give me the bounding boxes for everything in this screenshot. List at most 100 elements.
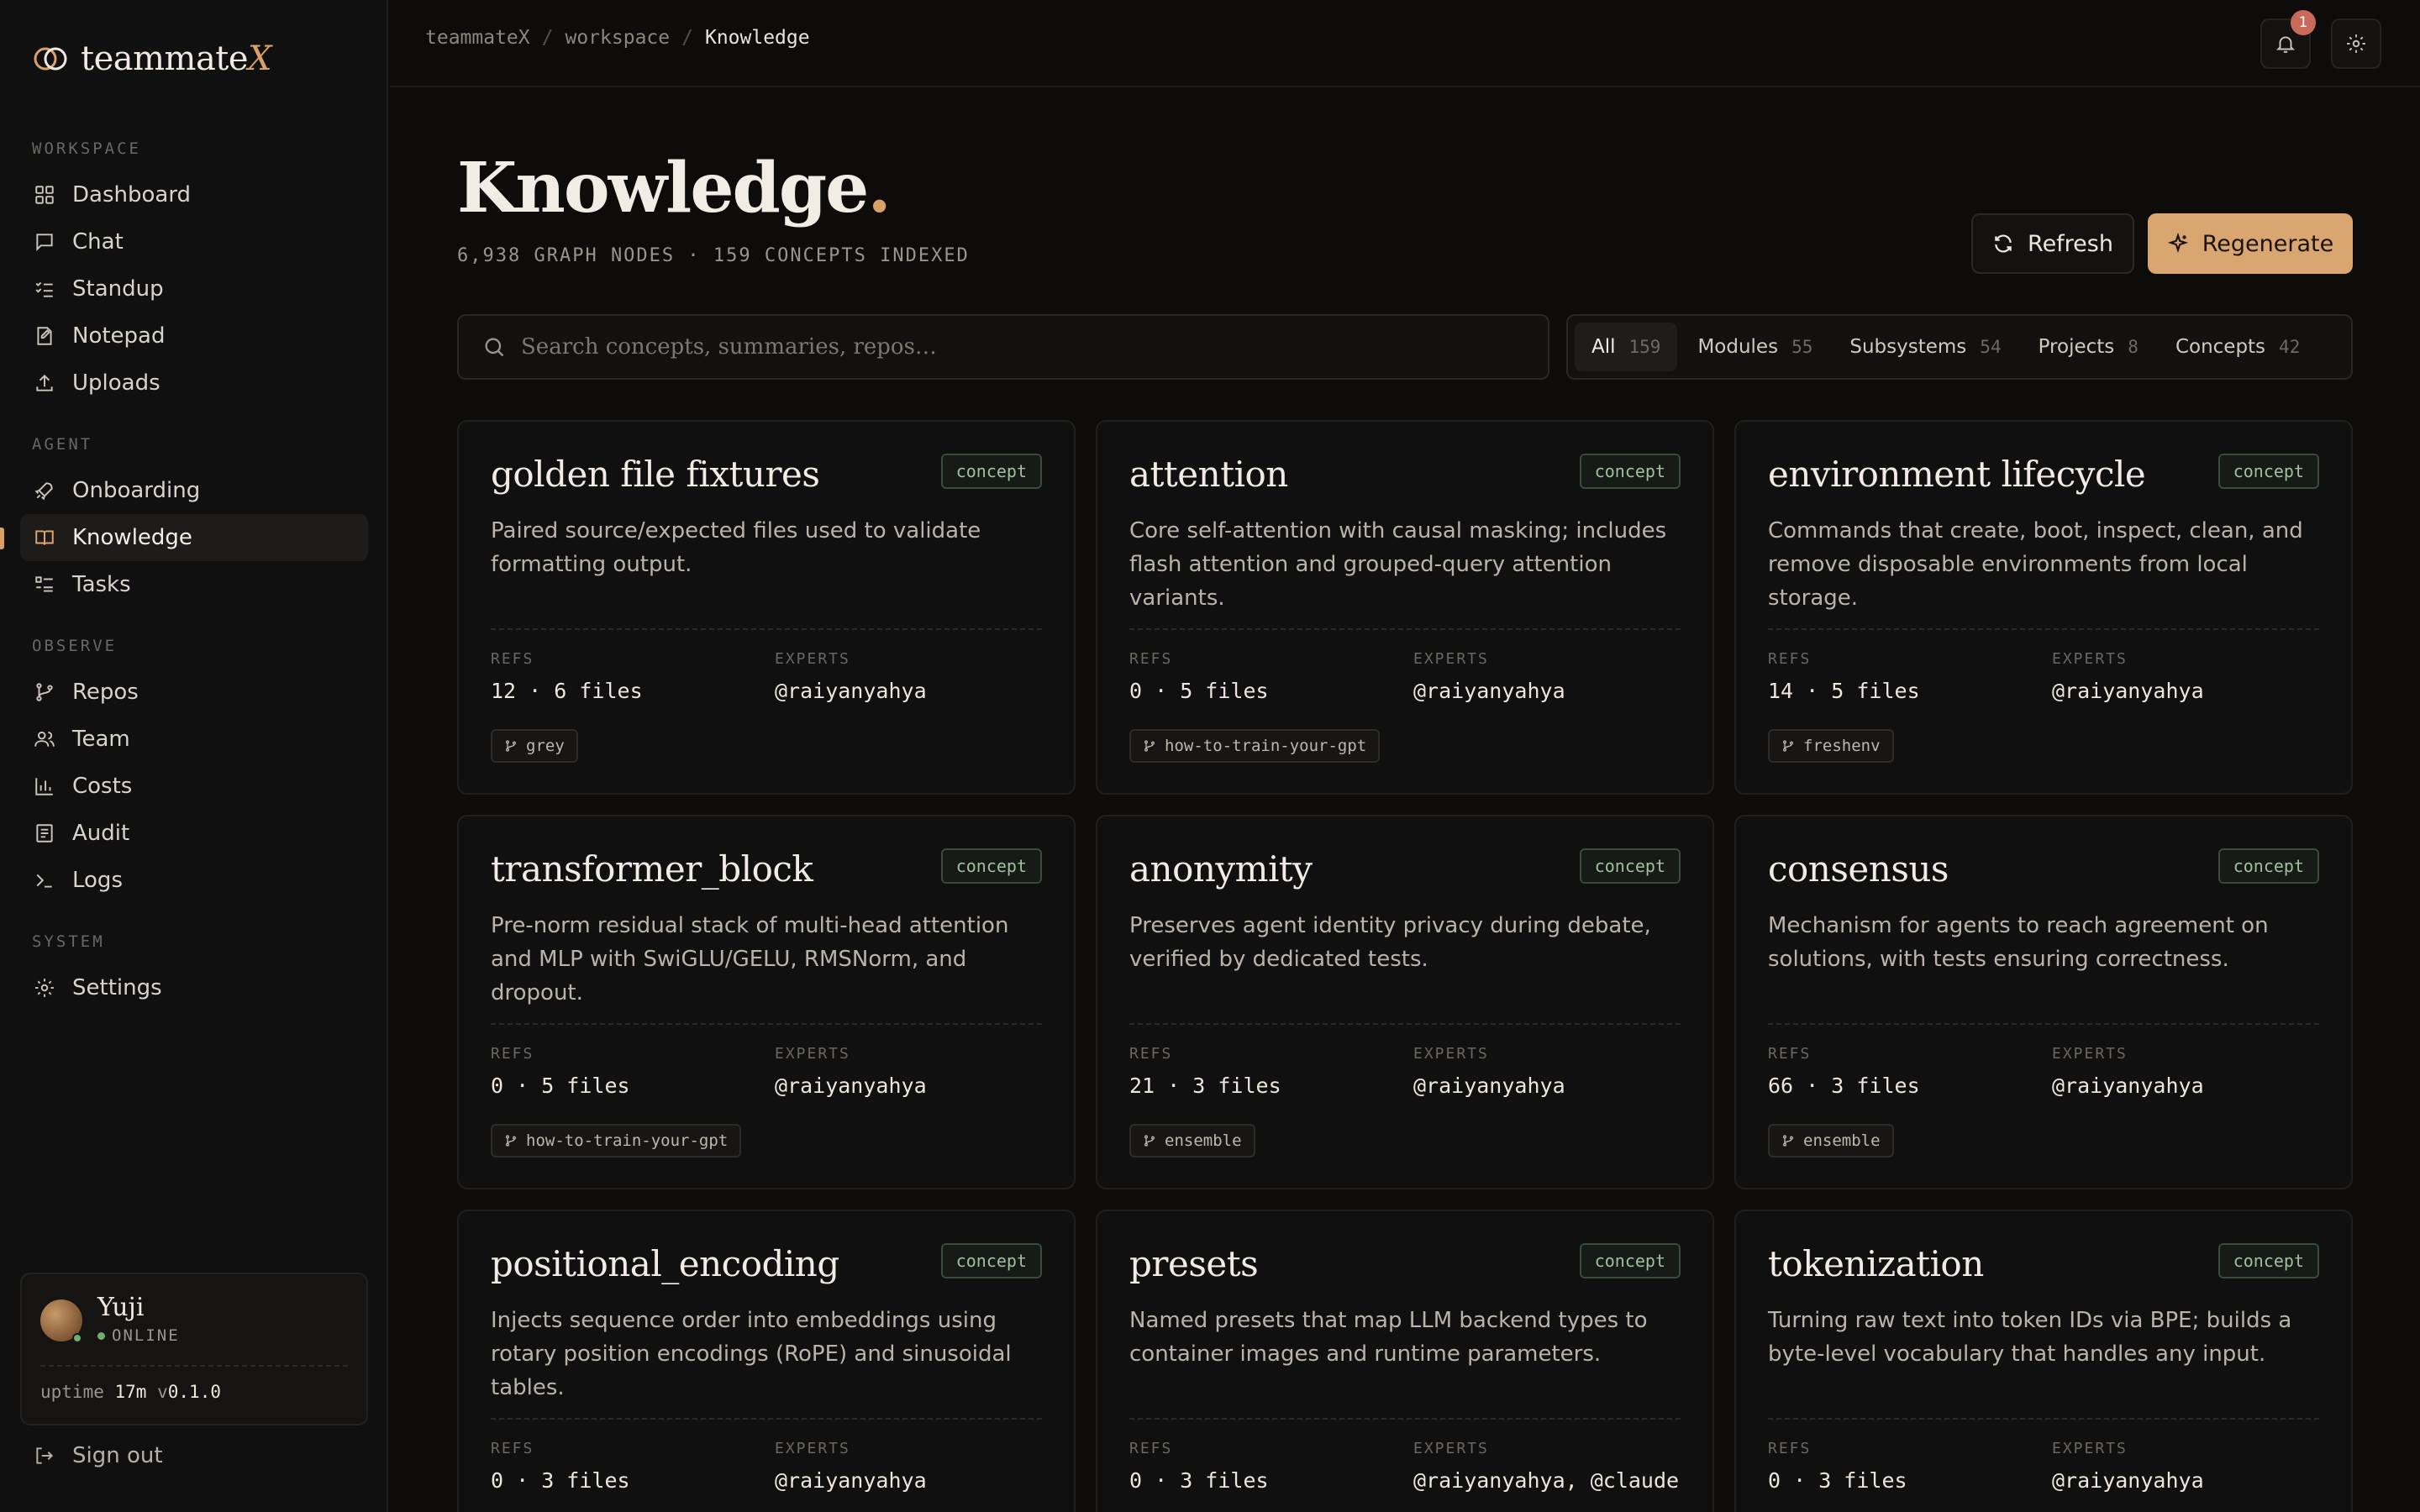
branch-icon [1144, 740, 1155, 752]
filter-all[interactable]: All 159 [1575, 323, 1678, 371]
experts-value[interactable]: @raiyanyahya [1413, 679, 1565, 703]
chat-icon [36, 234, 53, 252]
gear-icon [35, 979, 54, 997]
experts-value[interactable]: @raiyanyahya [2052, 1074, 2204, 1098]
terminal-icon [36, 874, 52, 888]
card-title: environment lifecycle [1768, 454, 2146, 495]
card-title: anonymity [1129, 848, 1313, 890]
refs-value: 21 · 3 files [1129, 1074, 1281, 1098]
refs-value: 0 · 3 files [1129, 1468, 1269, 1493]
sign-out-button[interactable]: Sign out [34, 1443, 163, 1468]
sidebar-item-label: Tasks [72, 572, 131, 597]
sign-out-icon [36, 1447, 54, 1464]
card-title: presets [1129, 1243, 1259, 1284]
sidebar-item-standup[interactable]: Standup [20, 265, 368, 312]
sidebar-item-label: Knowledge [72, 525, 192, 550]
topbar: teammateX / workspace / Knowledge 1 [390, 0, 2420, 87]
refresh-icon [1995, 234, 2012, 253]
sidebar-item-audit[interactable]: Audit [20, 810, 368, 857]
breadcrumb-item[interactable]: workspace [565, 27, 670, 49]
repo-name: freshenv [1803, 737, 1881, 755]
repo-chip[interactable]: ensemble [1768, 1124, 1894, 1158]
sidebar-item-label: Dashboard [72, 182, 192, 207]
filter-projects[interactable]: Projects 8 [2022, 323, 2155, 371]
uptime-readout: uptime 17m v0.1.0 [40, 1382, 221, 1402]
search-input[interactable] [521, 334, 1548, 360]
sidebar-item-notepad[interactable]: Notepad [20, 312, 368, 360]
repo-chip[interactable]: freshenv [1768, 729, 1894, 763]
refs-label: REFS [1768, 1045, 1812, 1063]
concept-card[interactable]: tokenization concept Turning raw text in… [1734, 1210, 2353, 1512]
refs-label: REFS [1768, 650, 1812, 668]
experts-value[interactable]: @raiyanyahya [775, 679, 927, 703]
concept-card[interactable]: golden file fixtures concept Paired sour… [457, 420, 1076, 795]
card-description: Injects sequence order into embeddings u… [491, 1308, 1012, 1400]
divider [1768, 1418, 2319, 1420]
divider [1129, 1418, 1681, 1420]
repo-name: how-to-train-your-gpt [526, 1131, 729, 1150]
repo-chip[interactable]: grey [491, 729, 578, 763]
filter-modules[interactable]: Modules 55 [1681, 323, 1829, 371]
concept-card[interactable]: positional_encoding concept Injects sequ… [457, 1210, 1076, 1512]
concept-card[interactable]: anonymity concept Preserves agent identi… [1096, 815, 1714, 1189]
repo-chip[interactable]: how-to-train-your-gpt [491, 1124, 742, 1158]
concept-card[interactable]: consensus concept Mechanism for agents t… [1734, 815, 2353, 1189]
experts-value[interactable]: @raiyanyahya [775, 1074, 927, 1098]
sidebar-item-label: Costs [72, 774, 133, 799]
experts-value[interactable]: @raiyanyahya [775, 1468, 927, 1493]
user-card[interactable]: Yuji ONLINE uptime 17m v0.1.0 [20, 1273, 368, 1425]
sidebar-item-settings[interactable]: Settings [20, 964, 368, 1011]
repo-chip[interactable]: ensemble [1129, 1124, 1255, 1158]
experts-value[interactable]: @raiyanyahya [1413, 1074, 1565, 1098]
card-description: Preserves agent identity privacy during … [1129, 913, 1651, 972]
sidebar-item-onboarding[interactable]: Onboarding [20, 467, 368, 514]
page-subtitle: 6,938 GRAPH NODES · 159 CONCEPTS INDEXED [457, 245, 970, 266]
notifications-button[interactable]: 1 [2260, 10, 2316, 69]
concept-card[interactable]: environment lifecycle concept Commands t… [1734, 420, 2353, 795]
sidebar-item-costs[interactable]: Costs [20, 763, 368, 810]
sidebar-item-dashboard[interactable]: Dashboard [20, 171, 368, 218]
sidebar-item-repos[interactable]: Repos [20, 669, 368, 716]
card-type-badge: concept [940, 848, 1042, 884]
filter-concepts[interactable]: Concepts 42 [2159, 323, 2317, 371]
brand-logo[interactable]: teammateX [34, 35, 272, 82]
concept-card[interactable]: transformer_block concept Pre-norm resid… [457, 815, 1076, 1189]
experts-value[interactable]: @raiyanyahya, @claude [1413, 1468, 1679, 1493]
sidebar-item-team[interactable]: Team [20, 716, 368, 763]
sidebar-item-uploads[interactable]: Uploads [20, 360, 368, 407]
settings-button[interactable] [2331, 18, 2381, 69]
nav-section-system: SYSTEM [32, 932, 105, 951]
card-type-badge: concept [2217, 454, 2319, 489]
sidebar-item-logs[interactable]: Logs [20, 857, 368, 904]
sidebar-item-label: Audit [72, 821, 130, 846]
regenerate-button[interactable]: Regenerate [2148, 213, 2353, 274]
tasks-icon [35, 576, 53, 592]
refresh-button[interactable]: Refresh [1971, 213, 2134, 274]
concept-card[interactable]: presets concept Named presets that map L… [1096, 1210, 1714, 1512]
concept-card[interactable]: attention concept Core self-attention wi… [1096, 420, 1714, 795]
card-description: Pre-norm residual stack of multi-head at… [491, 913, 1009, 1005]
repo-name: how-to-train-your-gpt [1165, 737, 1367, 755]
filter-subsystems[interactable]: Subsystems 54 [1833, 323, 2018, 371]
experts-value[interactable]: @raiyanyahya [2052, 1468, 2204, 1493]
experts-label: EXPERTS [1413, 650, 1489, 668]
sidebar-item-chat[interactable]: Chat [20, 218, 368, 265]
card-title: transformer_block [491, 848, 813, 890]
repo-chip[interactable]: how-to-train-your-gpt [1129, 729, 1381, 763]
card-title: golden file fixtures [491, 454, 820, 495]
divider [491, 628, 1042, 630]
sidebar-item-label: Repos [72, 680, 139, 705]
sidebar-item-tasks[interactable]: Tasks [20, 561, 368, 608]
breadcrumb-item[interactable]: teammateX [425, 27, 530, 49]
sidebar-item-label: Standup [72, 276, 164, 302]
card-type-badge: concept [940, 454, 1042, 489]
refs-value: 0 · 3 files [491, 1468, 630, 1493]
nav-section-agent: AGENT [32, 435, 93, 454]
sidebar-item-knowledge[interactable]: Knowledge [20, 514, 368, 561]
search-box[interactable] [457, 314, 1549, 380]
experts-value[interactable]: @raiyanyahya [2052, 679, 2204, 703]
audit-icon [36, 824, 53, 843]
branch-icon [1783, 740, 1793, 752]
branch-icon [506, 1135, 516, 1147]
refs-label: REFS [1768, 1440, 1812, 1457]
